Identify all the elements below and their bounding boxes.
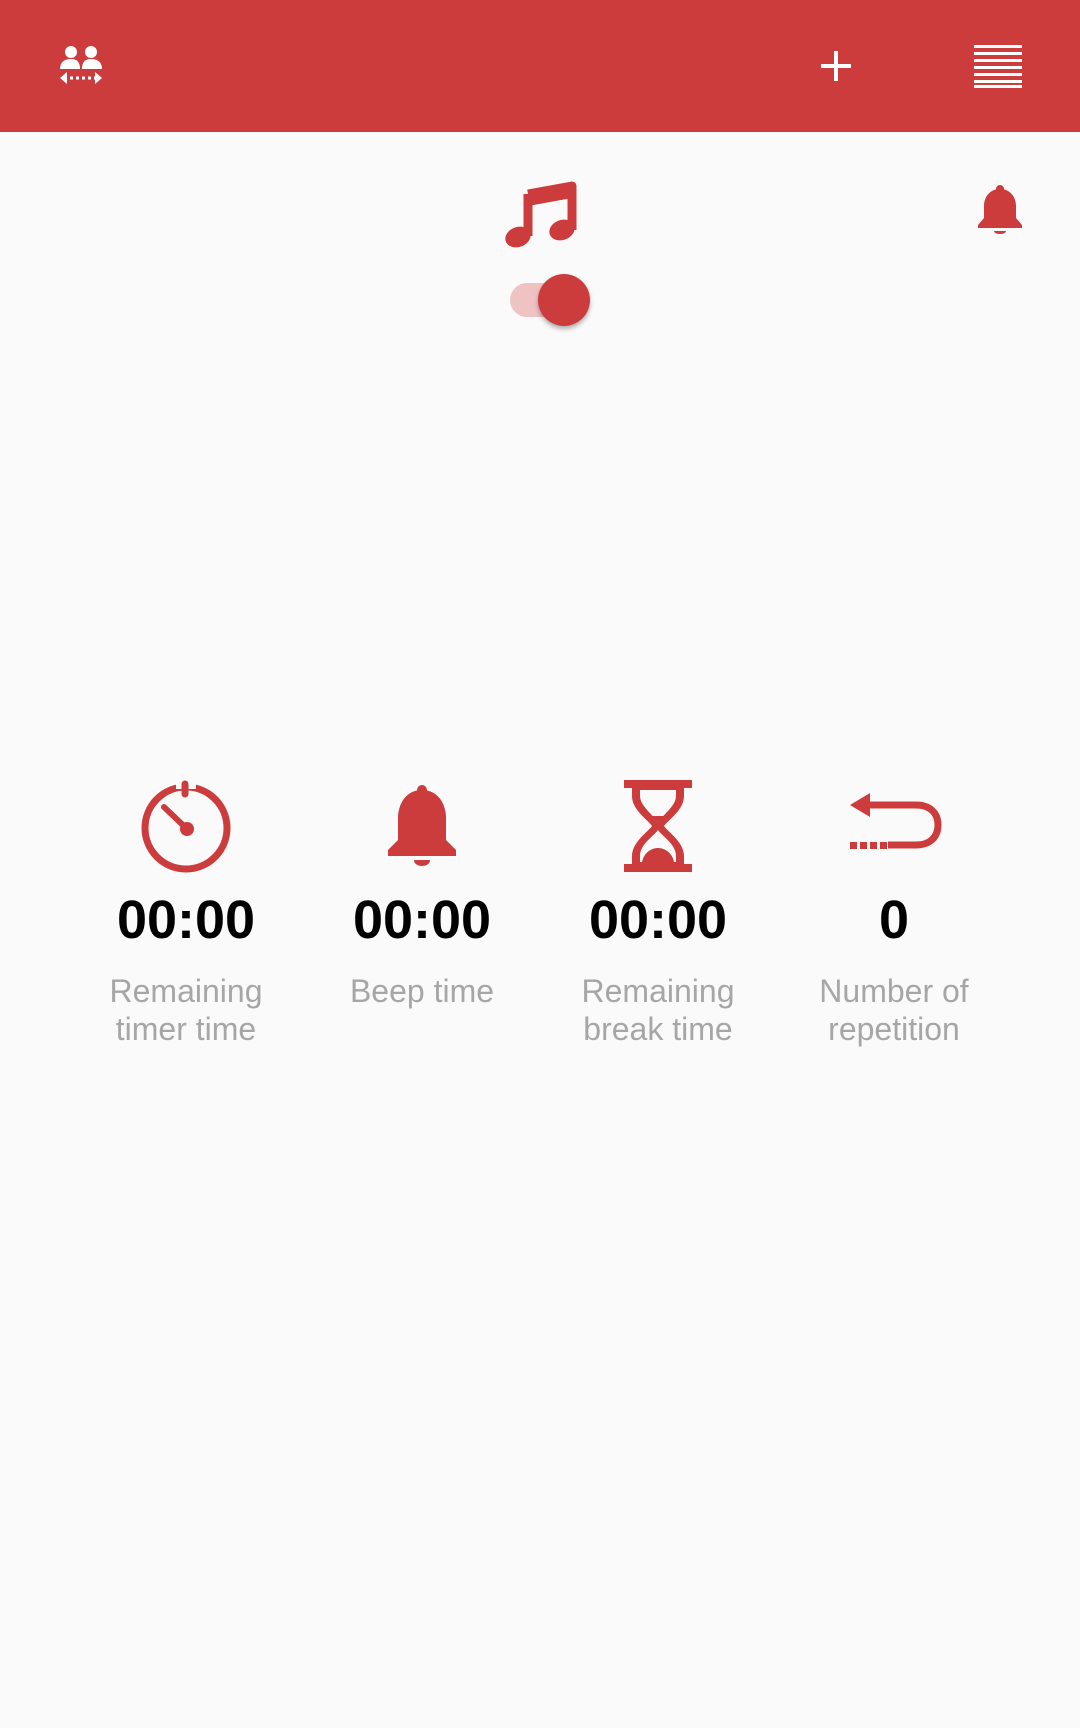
list-menu-icon[interactable]: [958, 26, 1038, 106]
stat-label: Remaining timer time: [109, 973, 263, 1047]
plus-icon[interactable]: [796, 26, 876, 106]
stat-label: Remaining break time: [581, 973, 735, 1047]
hourglass-icon: [608, 776, 708, 876]
stat-remaining-timer: 00:00 Remaining timer time: [68, 776, 304, 1048]
stat-value: 00:00: [352, 890, 492, 950]
repeat-arrow-icon: [844, 776, 944, 876]
stat-beep-time: 00:00 Beep time: [304, 776, 540, 1048]
switch-thumb: [538, 274, 590, 326]
app-bar: [0, 0, 1080, 132]
stat-repetition: 0 Number of repetition: [776, 776, 1012, 1048]
bell-icon: [372, 776, 472, 876]
music-note-icon: [500, 174, 580, 254]
stat-label: Beep time: [349, 973, 495, 1009]
stopwatch-icon: [136, 776, 236, 876]
bell-icon[interactable]: [976, 184, 1024, 236]
stat-label: Number of repetition: [819, 973, 969, 1047]
stat-remaining-break: 00:00 Remaining break time: [540, 776, 776, 1048]
music-toggle-switch[interactable]: [506, 270, 596, 330]
stat-value: 0: [878, 890, 910, 950]
stats-row: 00:00 Remaining timer time 00:00 Beep ti…: [68, 776, 1012, 1048]
stat-value: 00:00: [116, 890, 256, 950]
stat-value: 00:00: [588, 890, 728, 950]
people-swap-icon[interactable]: [41, 26, 121, 106]
